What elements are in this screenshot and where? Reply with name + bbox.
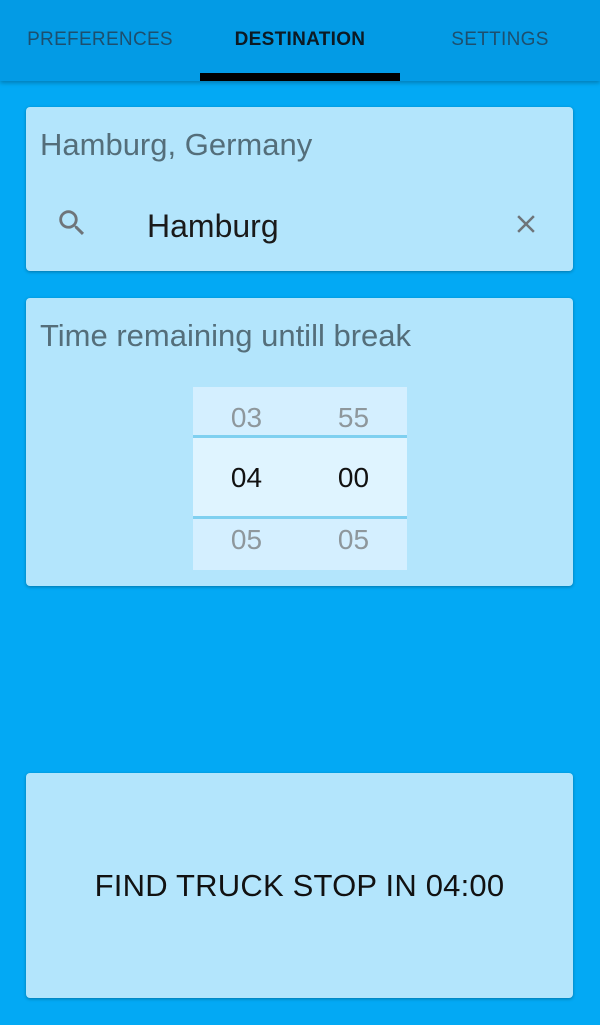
tab-preferences-label: PREFERENCES (27, 28, 173, 50)
time-picker[interactable]: 03 04 05 55 00 05 (193, 387, 407, 570)
minutes-current-value[interactable]: 00 (300, 462, 407, 494)
tab-bar: PREFERENCES DESTINATION SETTINGS (0, 0, 600, 81)
hours-wheel[interactable]: 03 04 05 (193, 387, 300, 570)
tab-settings[interactable]: SETTINGS (400, 0, 600, 81)
destination-card: Hamburg, Germany Hamburg (26, 107, 573, 271)
timer-title: Time remaining untill break (40, 318, 412, 353)
minutes-prev-value[interactable]: 55 (300, 402, 407, 434)
tab-destination-label: DESTINATION (234, 28, 366, 50)
minutes-wheel[interactable]: 55 00 05 (300, 387, 407, 570)
find-truck-stop-button[interactable]: FIND TRUCK STOP IN 04:00 (26, 773, 573, 998)
break-timer-card: Time remaining untill break 03 04 05 55 … (26, 298, 573, 586)
search-icon (59, 210, 85, 236)
tab-destination[interactable]: DESTINATION (200, 0, 400, 81)
search-input[interactable]: Hamburg (147, 208, 279, 245)
active-tab-indicator (200, 73, 400, 81)
find-truck-stop-label: FIND TRUCK STOP IN 04:00 (94, 868, 505, 903)
minutes-next-value[interactable]: 05 (300, 524, 407, 556)
tab-settings-label: SETTINGS (451, 28, 549, 50)
hours-prev-value[interactable]: 03 (193, 402, 300, 434)
destination-title: Hamburg, Germany (40, 127, 313, 162)
hours-current-value[interactable]: 04 (193, 462, 300, 494)
hours-next-value[interactable]: 05 (193, 524, 300, 556)
tab-preferences[interactable]: PREFERENCES (0, 0, 200, 81)
close-icon[interactable] (511, 209, 541, 239)
